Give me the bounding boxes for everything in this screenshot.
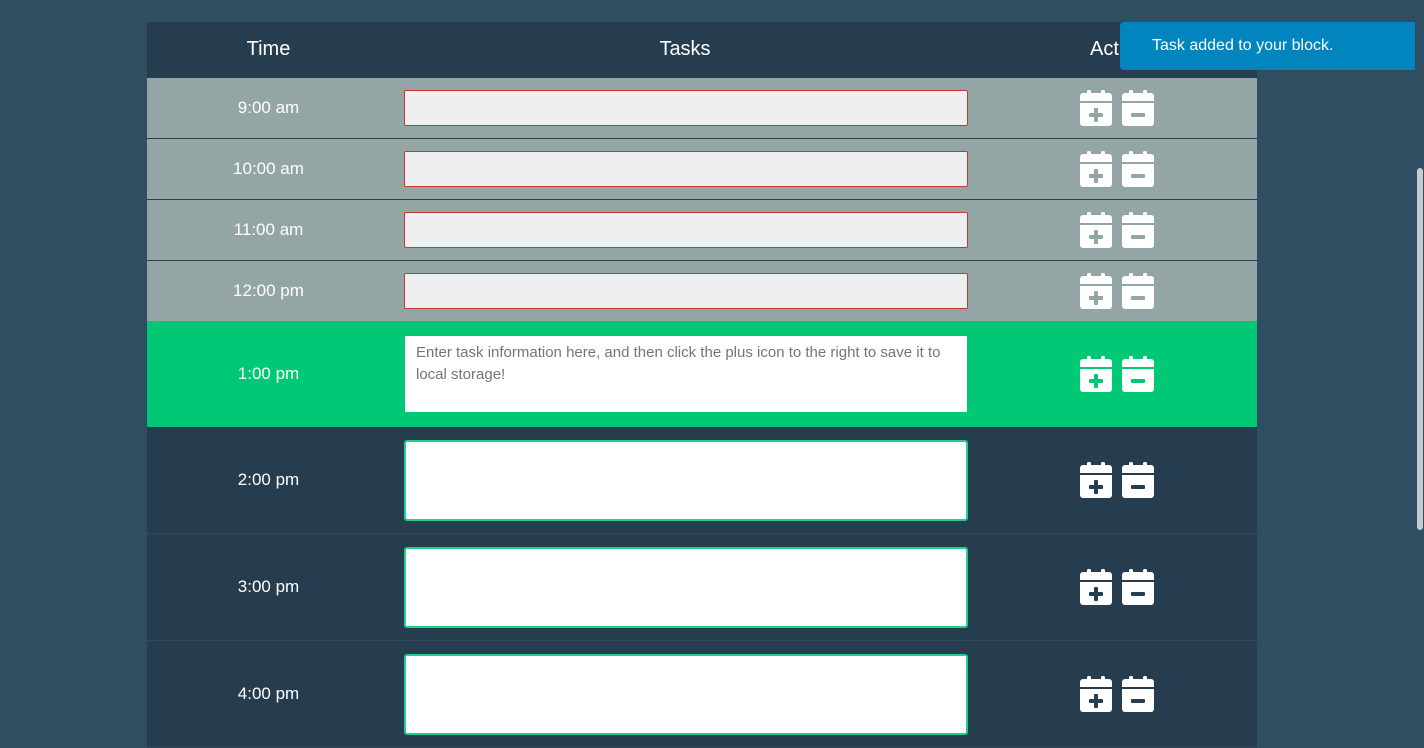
block-actions xyxy=(1080,273,1154,309)
calendar-plus-icon[interactable] xyxy=(1080,462,1112,498)
hour-label: 9:00 am xyxy=(237,98,300,117)
calendar-minus-icon[interactable] xyxy=(1122,356,1154,392)
hour-label: 4:00 pm xyxy=(237,684,300,703)
scrollbar-thumb[interactable] xyxy=(1417,168,1423,530)
planner-header: Time Tasks Action xyxy=(147,22,1257,77)
block-actions xyxy=(1080,462,1154,498)
calendar-minus-icon[interactable] xyxy=(1122,212,1154,248)
time-block-row: 9:00 am xyxy=(147,77,1257,138)
task-input[interactable] xyxy=(404,90,968,126)
time-block-row: 10:00 am xyxy=(147,138,1257,199)
task-input[interactable] xyxy=(404,546,968,628)
calendar-minus-icon[interactable] xyxy=(1122,462,1154,498)
calendar-plus-icon[interactable] xyxy=(1080,356,1112,392)
task-input[interactable] xyxy=(404,335,968,413)
time-block-list: 9:00 am 10:00 am 11:00 am 12:00 pm 1:00 pm 2:… xyxy=(147,77,1257,748)
scrollbar[interactable] xyxy=(1415,0,1424,663)
planner: Time Tasks Action 9:00 am 10:00 am 11:00 a… xyxy=(147,22,1257,748)
hour-label: 3:00 pm xyxy=(237,577,300,596)
block-actions xyxy=(1080,569,1154,605)
calendar-plus-icon[interactable] xyxy=(1080,569,1112,605)
block-actions xyxy=(1080,212,1154,248)
hour-label: 10:00 am xyxy=(233,159,304,178)
time-block-row: 3:00 pm xyxy=(147,534,1257,641)
calendar-minus-icon[interactable] xyxy=(1122,676,1154,712)
calendar-plus-icon[interactable] xyxy=(1080,273,1112,309)
block-actions xyxy=(1080,356,1154,392)
calendar-plus-icon[interactable] xyxy=(1080,90,1112,126)
tasks-column-header: Tasks xyxy=(659,38,711,60)
block-actions xyxy=(1080,676,1154,712)
block-actions xyxy=(1080,90,1154,126)
task-input[interactable] xyxy=(404,212,968,248)
time-block-row: 11:00 am xyxy=(147,199,1257,260)
task-input[interactable] xyxy=(404,653,968,735)
time-block-row: 12:00 pm xyxy=(147,260,1257,321)
task-input[interactable] xyxy=(404,439,968,521)
hour-label: 12:00 pm xyxy=(233,281,304,300)
task-input[interactable] xyxy=(404,273,968,309)
time-block-row: 4:00 pm xyxy=(147,641,1257,748)
hour-label: 1:00 pm xyxy=(237,364,300,383)
calendar-plus-icon[interactable] xyxy=(1080,676,1112,712)
hour-label: 2:00 pm xyxy=(237,470,300,489)
time-block-row: 2:00 pm xyxy=(147,427,1257,534)
calendar-plus-icon[interactable] xyxy=(1080,151,1112,187)
block-actions xyxy=(1080,151,1154,187)
time-column-header: Time xyxy=(246,38,291,60)
calendar-plus-icon[interactable] xyxy=(1080,212,1112,248)
task-input[interactable] xyxy=(404,151,968,187)
calendar-minus-icon[interactable] xyxy=(1122,273,1154,309)
calendar-minus-icon[interactable] xyxy=(1122,151,1154,187)
toast-notification: Task added to your block. xyxy=(1120,22,1424,70)
calendar-minus-icon[interactable] xyxy=(1122,569,1154,605)
calendar-minus-icon[interactable] xyxy=(1122,90,1154,126)
hour-label: 11:00 am xyxy=(233,220,304,239)
time-block-row: 1:00 pm xyxy=(147,321,1257,427)
